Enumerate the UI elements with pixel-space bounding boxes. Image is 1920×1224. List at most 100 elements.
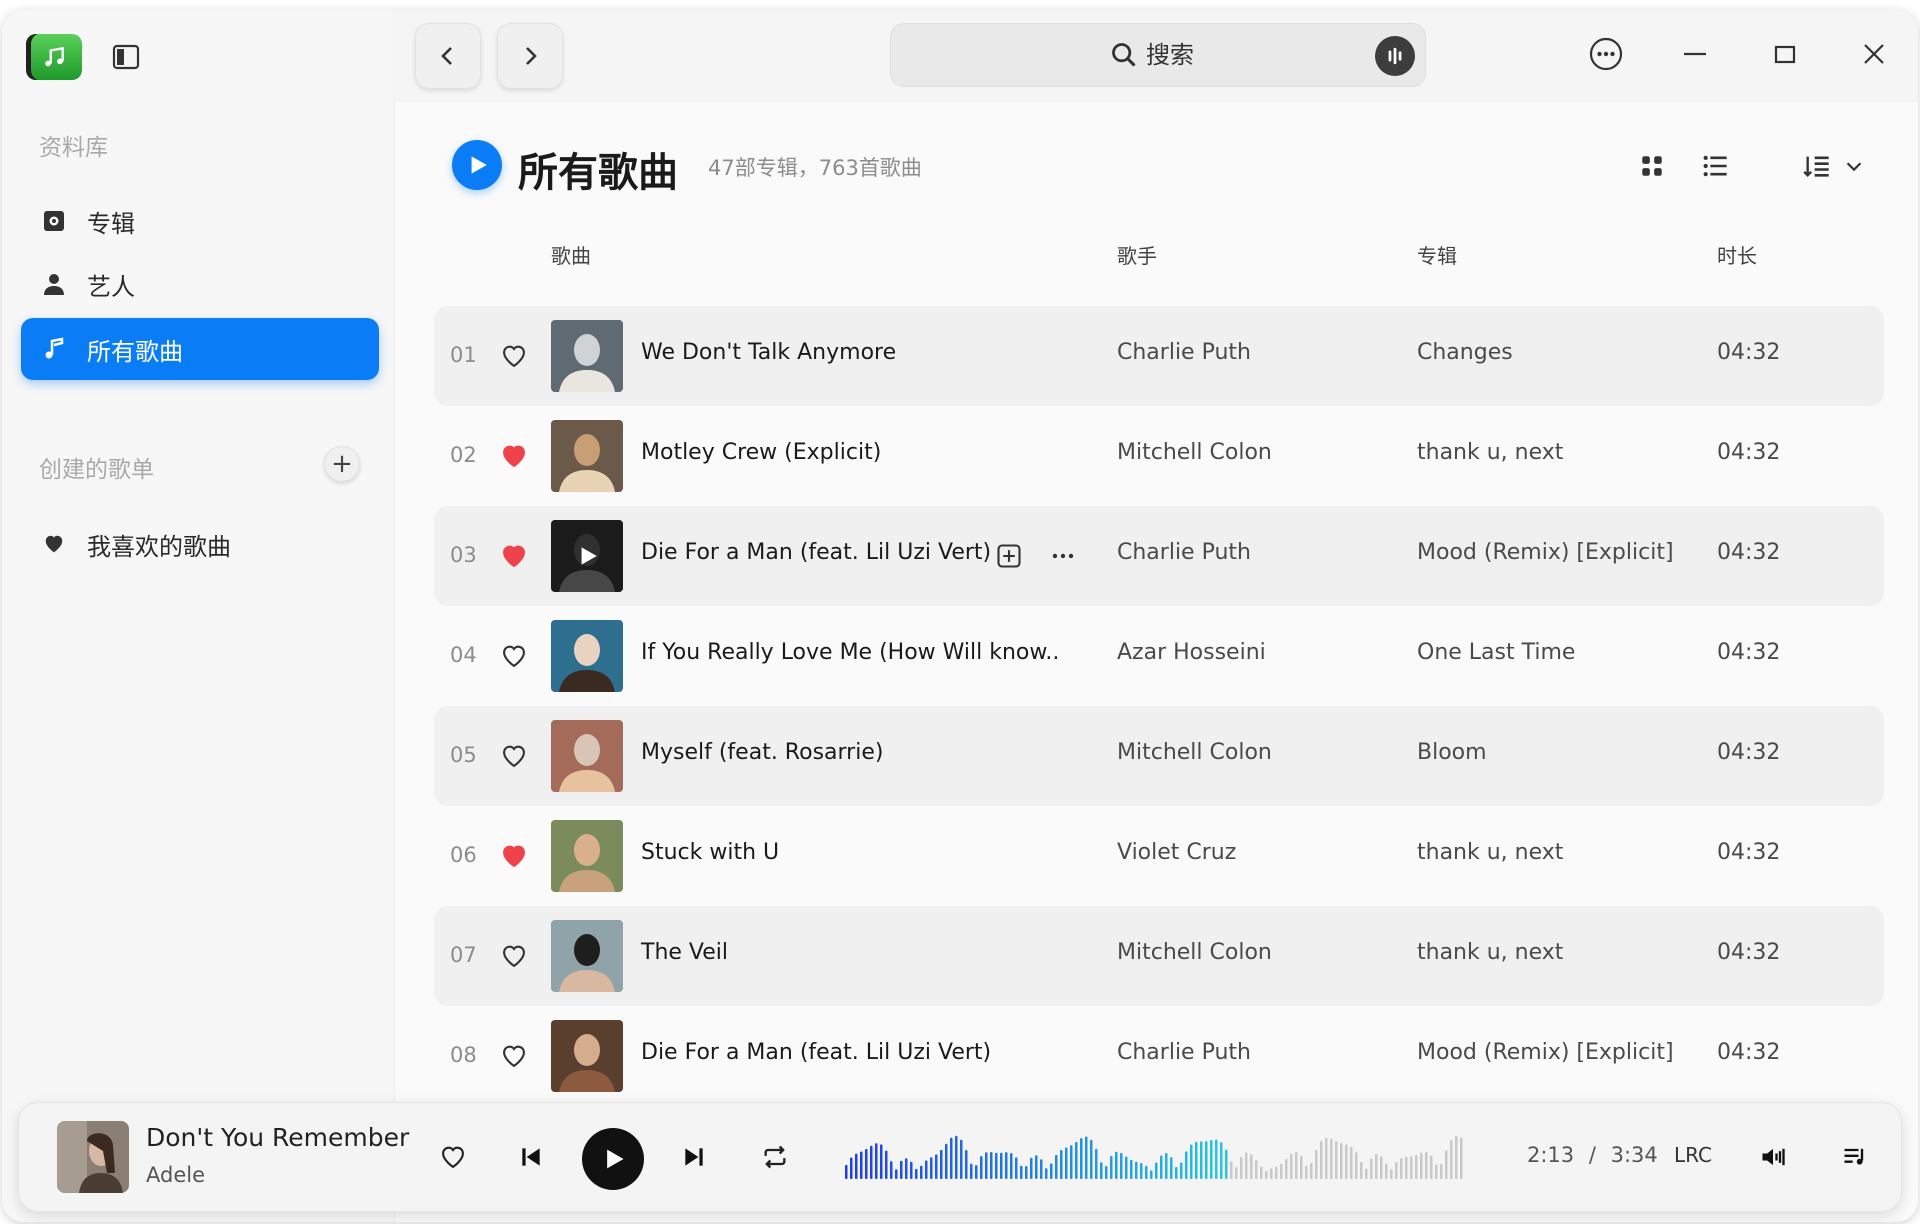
list-view-button[interactable]	[1695, 146, 1735, 186]
like-button[interactable]	[500, 642, 528, 670]
add-to-playlist-button[interactable]	[995, 542, 1023, 570]
sidebar-item-all-songs[interactable]: 所有歌曲	[21, 318, 379, 380]
forward-button[interactable]	[497, 23, 563, 89]
song-artist[interactable]: Charlie Puth	[1117, 340, 1251, 365]
like-button[interactable]	[500, 542, 528, 570]
album-cover[interactable]	[551, 420, 623, 492]
album-cover[interactable]	[551, 620, 623, 692]
song-artist[interactable]: Mitchell Colon	[1117, 940, 1272, 965]
song-duration: 04:32	[1717, 340, 1781, 365]
play-all-button[interactable]	[452, 140, 502, 190]
song-album[interactable]: thank u, next	[1417, 440, 1563, 465]
waveform-bar	[1230, 1161, 1233, 1179]
song-album[interactable]: Mood (Remix) [Explicit]	[1417, 1040, 1674, 1065]
song-album[interactable]: One Last Time	[1417, 640, 1575, 665]
song-artist[interactable]: Mitchell Colon	[1117, 440, 1272, 465]
track-number: 05	[450, 743, 477, 767]
minimize-button[interactable]	[1675, 34, 1715, 74]
album-cover[interactable]	[551, 1020, 623, 1092]
song-album[interactable]: thank u, next	[1417, 940, 1563, 965]
cover-play-overlay[interactable]	[551, 520, 623, 592]
column-header-duration[interactable]: 时长	[1717, 240, 1757, 269]
sidebar-item-albums[interactable]: 专辑	[21, 190, 379, 252]
song-artist[interactable]: Violet Cruz	[1117, 840, 1236, 865]
song-album[interactable]: Changes	[1417, 340, 1513, 365]
waveform-bar	[1260, 1166, 1263, 1179]
library-section-title: 资料库	[39, 135, 108, 161]
sidebar-item-artists[interactable]: 艺人	[21, 253, 379, 315]
skip-next-icon	[685, 1148, 703, 1166]
waveform-bar	[860, 1151, 863, 1179]
song-row[interactable]: 08 Die For a Man (feat. Lil Uzi Vert) Ch…	[434, 1006, 1884, 1106]
previous-track-button[interactable]	[510, 1136, 552, 1178]
lyrics-button[interactable]: LRC	[1674, 1143, 1712, 1167]
like-button[interactable]	[500, 942, 528, 970]
waveform-bar	[1175, 1167, 1178, 1179]
next-track-button[interactable]	[673, 1136, 715, 1178]
back-button[interactable]	[415, 23, 481, 89]
like-button[interactable]	[500, 742, 528, 770]
sidebar-item-liked-songs[interactable]: 我喜欢的歌曲	[21, 513, 379, 575]
song-artist[interactable]: Charlie Puth	[1117, 1040, 1251, 1065]
like-button[interactable]	[500, 842, 528, 870]
add-playlist-button[interactable]: +	[324, 446, 360, 482]
like-button[interactable]	[500, 1042, 528, 1070]
like-current-button[interactable]	[432, 1136, 474, 1178]
waveform-bar	[1395, 1161, 1398, 1179]
album-cover[interactable]	[551, 320, 623, 392]
queue-button[interactable]	[1834, 1136, 1876, 1178]
like-button[interactable]	[500, 342, 528, 370]
song-album[interactable]: thank u, next	[1417, 840, 1563, 865]
waveform-bar	[990, 1152, 993, 1179]
waveform-bar	[970, 1163, 973, 1179]
column-header-artist[interactable]: 歌手	[1117, 240, 1157, 269]
song-row[interactable]: 03 Die For a Man (feat. Lil Uzi Vert) Ch…	[434, 506, 1884, 606]
song-album[interactable]: Mood (Remix) [Explicit]	[1417, 540, 1674, 565]
repeat-button[interactable]	[754, 1136, 796, 1178]
column-header-song[interactable]: 歌曲	[551, 240, 591, 269]
song-artist[interactable]: Mitchell Colon	[1117, 740, 1272, 765]
album-cover[interactable]	[551, 820, 623, 892]
waveform-bar	[965, 1150, 968, 1179]
song-row[interactable]: 04 If You Really Love Me (How Will know.…	[434, 606, 1884, 706]
close-icon	[1864, 44, 1884, 64]
now-playing-cover[interactable]	[57, 1121, 129, 1193]
now-playing-artist: Adele	[146, 1163, 206, 1187]
song-artist[interactable]: Azar Hosseini	[1117, 640, 1266, 665]
sidebar-toggle-icon	[112, 44, 140, 70]
song-row[interactable]: 01 We Don't Talk Anymore Charlie Puth Ch…	[434, 306, 1884, 406]
album-cover[interactable]	[551, 920, 623, 992]
waveform-bar	[1320, 1141, 1323, 1179]
song-row[interactable]: 06 Stuck with U Violet Cruz thank u, nex…	[434, 806, 1884, 906]
waveform-bar	[1345, 1144, 1348, 1179]
waveform-bar	[1225, 1149, 1228, 1179]
song-more-button[interactable]	[1048, 542, 1078, 570]
waveform-bar	[1340, 1143, 1343, 1179]
play-pause-button[interactable]	[582, 1128, 644, 1190]
album-cover[interactable]	[551, 720, 623, 792]
maximize-button[interactable]	[1765, 34, 1805, 74]
more-menu-button[interactable]	[1586, 34, 1626, 74]
sort-dropdown[interactable]	[1794, 146, 1874, 186]
song-row[interactable]: 05 Myself (feat. Rosarrie) Mitchell Colo…	[434, 706, 1884, 806]
player-bar: Don't You Remember Adele 2:13 / 3:34 LRC	[18, 1102, 1902, 1212]
song-artist[interactable]: Charlie Puth	[1117, 540, 1251, 565]
close-button[interactable]	[1854, 34, 1894, 74]
volume-button[interactable]	[1752, 1136, 1794, 1178]
heart-outline-icon	[503, 1045, 525, 1068]
voice-search-button[interactable]	[1375, 36, 1415, 76]
column-header-album[interactable]: 专辑	[1417, 240, 1457, 269]
song-album[interactable]: Bloom	[1417, 740, 1487, 765]
waveform-progress-bar[interactable]	[845, 1127, 1465, 1189]
album-cover[interactable]	[551, 520, 623, 592]
song-row[interactable]: 02 Motley Crew (Explicit) Mitchell Colon…	[434, 406, 1884, 506]
song-row[interactable]: 07 The Veil Mitchell Colon thank u, next…	[434, 906, 1884, 1006]
like-button[interactable]	[500, 442, 528, 470]
waveform-bar	[950, 1137, 953, 1179]
waveform-bar	[1050, 1163, 1053, 1179]
grid-view-button[interactable]	[1632, 146, 1672, 186]
search-box[interactable]	[890, 23, 1426, 87]
sidebar-toggle-button[interactable]	[112, 44, 140, 70]
search-input[interactable]	[1146, 41, 1206, 69]
waveform-bar	[1100, 1162, 1103, 1179]
